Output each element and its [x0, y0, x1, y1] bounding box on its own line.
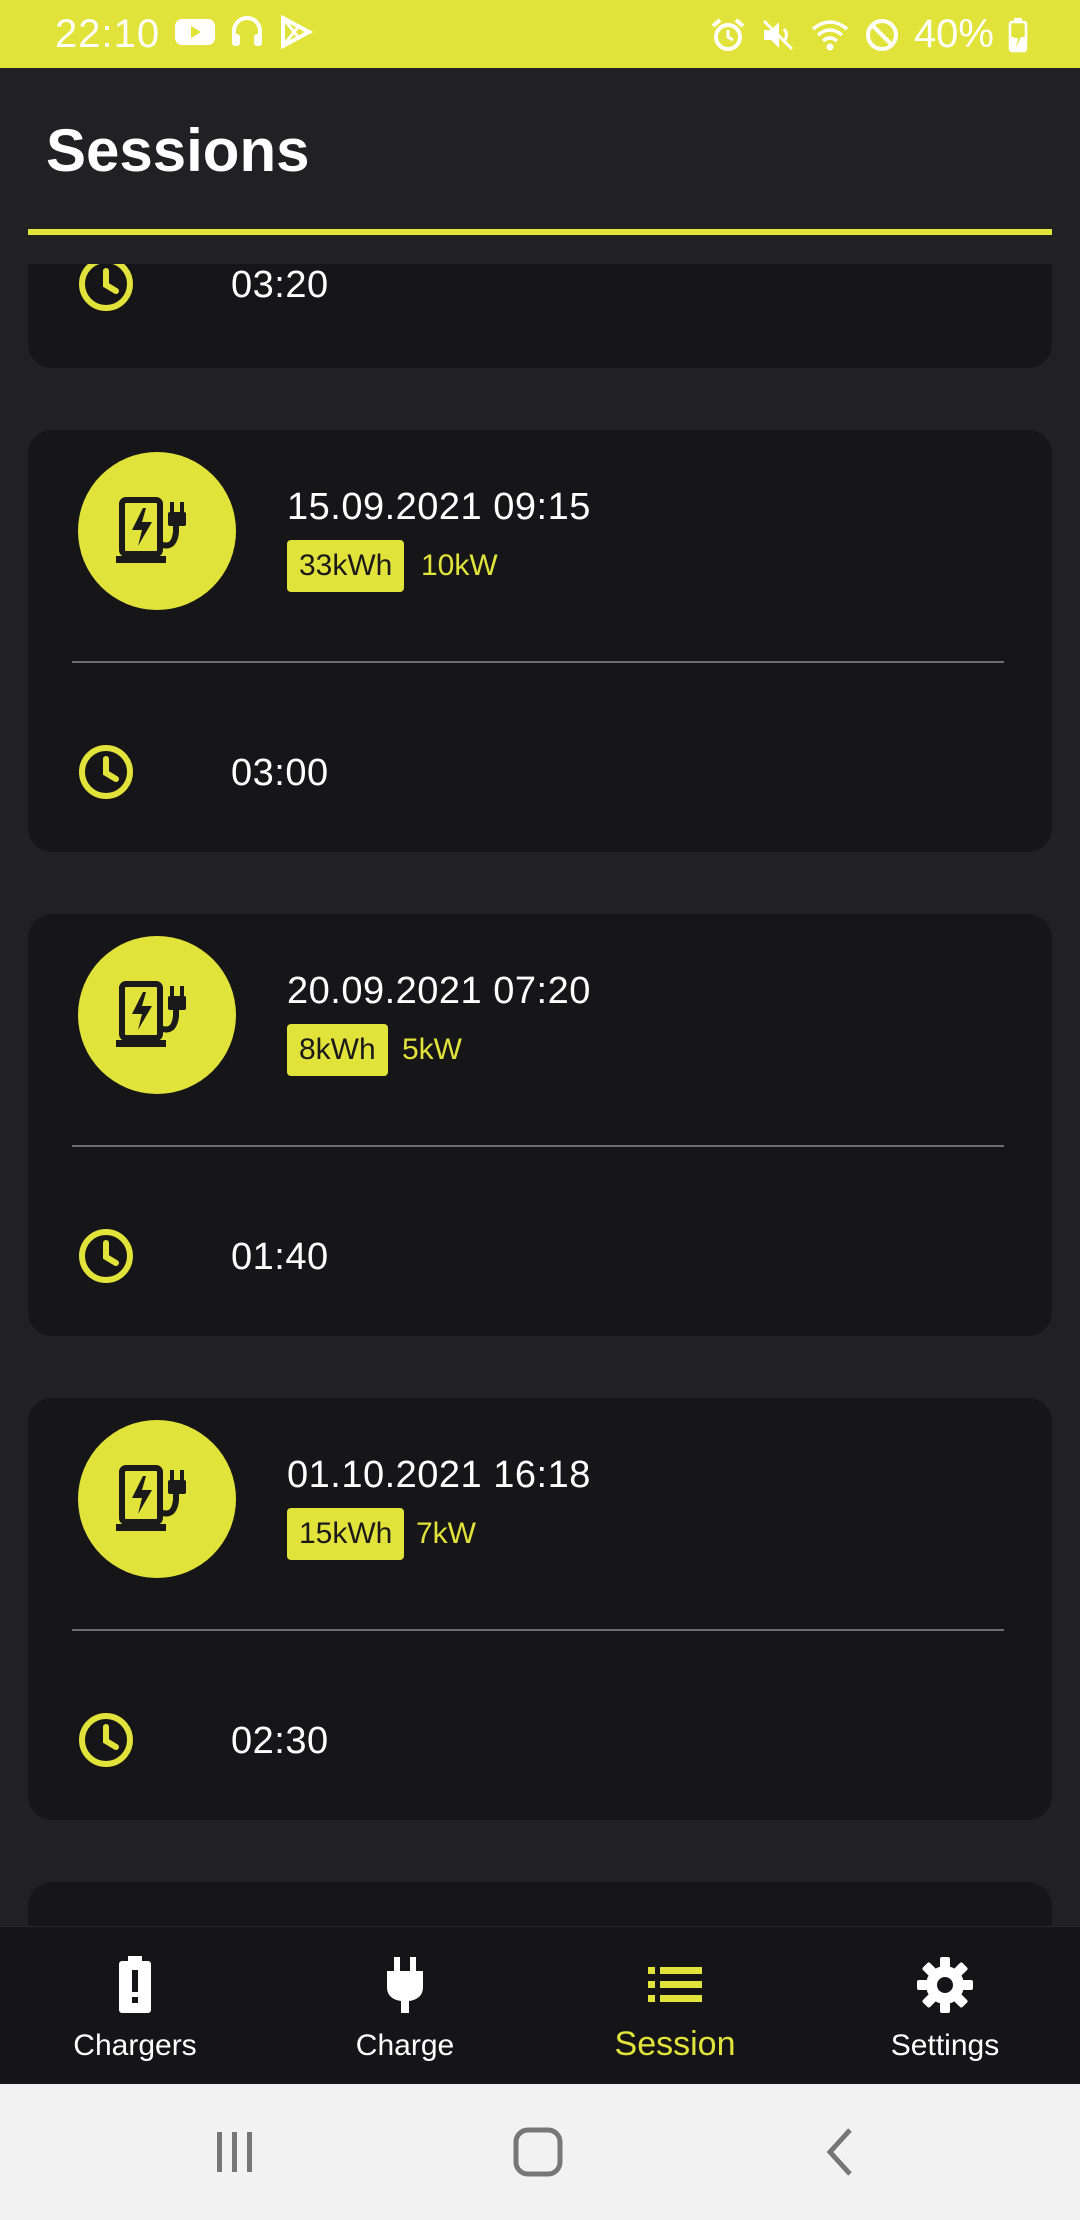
clock-icon	[79, 1229, 133, 1283]
title-underline	[28, 229, 1052, 235]
card-divider	[72, 1629, 1004, 1631]
nav-label: Settings	[890, 2029, 1000, 2062]
plug-icon	[387, 1957, 423, 2013]
play-store-icon	[281, 15, 313, 49]
back-button[interactable]	[812, 2122, 872, 2182]
youtube-icon	[175, 19, 215, 45]
battery-percentage: 40%	[913, 12, 994, 56]
power-label: 10kW	[421, 549, 498, 582]
energy-badge: 15kWh	[287, 1508, 405, 1560]
charger-avatar	[78, 452, 236, 610]
nav-item-chargers[interactable]: Chargers	[0, 1927, 270, 2085]
headphones-icon	[232, 16, 262, 46]
app-bar: Sessions	[0, 68, 1080, 264]
energy-badge: 8kWh	[287, 1024, 388, 1076]
nav-label: Charge	[355, 2029, 455, 2062]
bottom-navigation: Chargers Charge Session Settings	[0, 1926, 1080, 2085]
battery-alert-icon	[119, 1956, 151, 2013]
energy-badge: 33kWh	[287, 540, 405, 592]
power-label: 5kW	[402, 1033, 462, 1066]
nav-item-charge[interactable]: Charge	[270, 1927, 540, 2085]
battery-charging-icon	[1008, 17, 1028, 52]
session-card[interactable]: 15.09.2021 09:15 33kWh 10kW 03:00	[28, 430, 1052, 852]
charger-avatar	[78, 1420, 236, 1578]
session-card[interactable]: 20.09.2021 07:20 8kWh 5kW 01:40	[28, 914, 1052, 1336]
power-label: 7kW	[416, 1517, 476, 1550]
list-icon	[648, 1967, 702, 2002]
nav-label: Chargers	[73, 2029, 197, 2062]
home-button[interactable]	[508, 2122, 568, 2182]
ev-station-icon	[116, 981, 186, 1047]
ev-station-icon	[116, 1465, 186, 1531]
session-date: 01.10.2021 16:18	[287, 1454, 591, 1496]
nav-item-settings[interactable]: Settings	[810, 1927, 1080, 2085]
session-date: 15.09.2021 09:15	[287, 486, 591, 528]
status-time: 22:10	[55, 12, 161, 56]
clock-icon	[79, 745, 133, 799]
card-divider	[72, 1145, 1004, 1147]
system-navigation-bar	[0, 2084, 1080, 2220]
clock-icon	[79, 1713, 133, 1767]
session-duration: 01:40	[231, 1236, 329, 1278]
session-card[interactable]: 01.10.2021 16:18 15kWh 7kW 02:30	[28, 1398, 1052, 1820]
charger-avatar	[78, 936, 236, 1094]
session-card[interactable]	[28, 1882, 1052, 1926]
ev-station-icon	[116, 497, 186, 563]
nav-label: Session	[614, 2025, 736, 2063]
do-not-disturb-icon	[865, 18, 898, 51]
recents-button[interactable]	[205, 2122, 265, 2182]
status-bar: 22:10 40%	[0, 0, 1080, 68]
page-title: Sessions	[46, 117, 310, 184]
session-duration: 03:00	[231, 752, 329, 794]
session-card[interactable]: 03:20	[28, 264, 1052, 368]
session-duration: 03:20	[231, 264, 329, 306]
alarm-icon	[711, 17, 745, 51]
session-duration: 02:30	[231, 1720, 329, 1762]
mute-icon	[762, 19, 793, 50]
nav-item-session[interactable]: Session	[540, 1927, 810, 2085]
clock-icon	[79, 264, 133, 311]
session-list[interactable]: 03:20 15.09.2021 09:15 33kWh 10kW 03:00 …	[0, 264, 1080, 1926]
wifi-icon	[811, 19, 849, 50]
gear-icon	[917, 1957, 973, 2013]
card-divider	[72, 661, 1004, 663]
session-date: 20.09.2021 07:20	[287, 970, 591, 1012]
